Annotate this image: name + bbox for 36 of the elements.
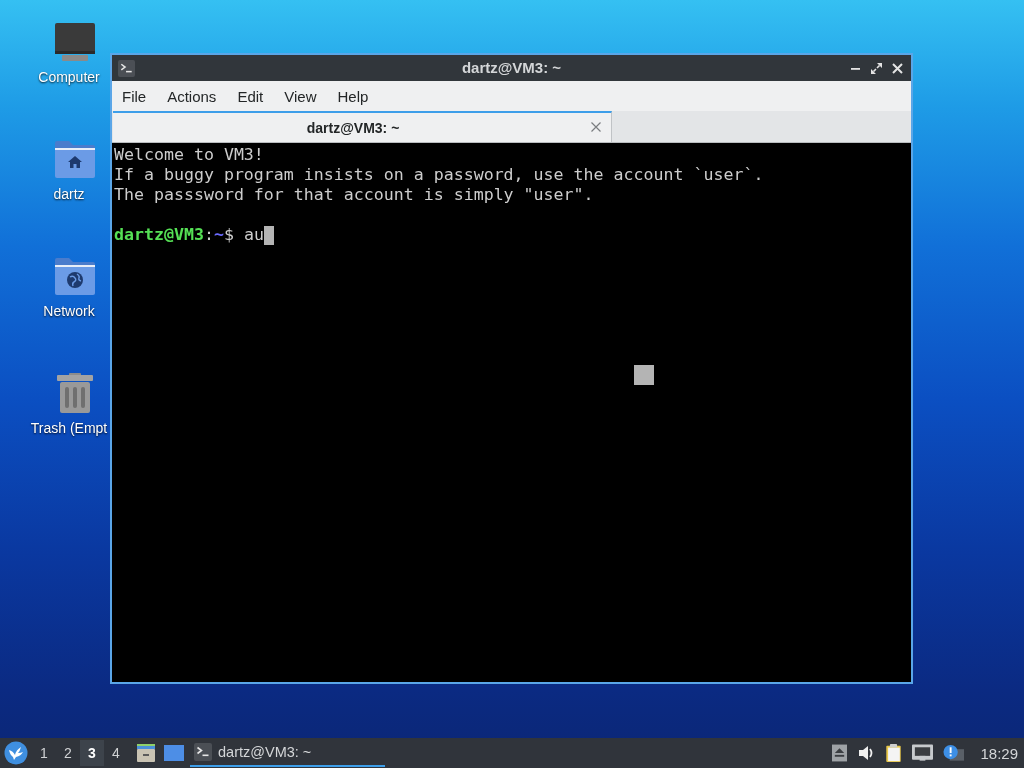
terminal-icon bbox=[194, 743, 212, 761]
menu-item[interactable]: Edit bbox=[231, 84, 270, 108]
menu-item[interactable]: Help bbox=[331, 84, 375, 108]
clock: 18:29 bbox=[980, 744, 1018, 762]
desktop-icon-label[interactable]: Network bbox=[43, 302, 95, 320]
terminal-line: If a buggy program insists on a password, use the account `user`. bbox=[114, 165, 764, 185]
show-desktop-icon[interactable] bbox=[164, 743, 184, 763]
workspace-button[interactable]: 4 bbox=[104, 740, 128, 766]
home-folder-icon[interactable] bbox=[53, 139, 97, 179]
text-cursor-icon bbox=[263, 225, 274, 245]
terminal-tab[interactable]: dartz@VM3: ~ bbox=[113, 111, 612, 142]
square-cursor-icon bbox=[634, 365, 654, 385]
menu-item[interactable]: File bbox=[116, 84, 153, 108]
taskbar-task[interactable]: dartz@VM3: ~ bbox=[190, 739, 385, 767]
notification-icon[interactable] bbox=[943, 744, 965, 762]
window-title: dartz@VM3: ~ bbox=[460, 58, 563, 78]
clipboard-icon[interactable] bbox=[885, 744, 903, 762]
prompt-line: dartz@VM3:~$ au bbox=[114, 225, 264, 245]
network-folder-icon[interactable] bbox=[53, 256, 97, 296]
eject-icon[interactable] bbox=[832, 744, 848, 762]
workspace-button[interactable]: 2 bbox=[56, 740, 80, 766]
drawer-icon[interactable] bbox=[136, 743, 156, 763]
menu-item[interactable]: Actions bbox=[161, 84, 223, 108]
desktop-icon-label[interactable]: dartz bbox=[53, 185, 85, 203]
app-menu-icon[interactable] bbox=[4, 741, 28, 765]
workspace-button[interactable]: 1 bbox=[32, 740, 56, 766]
workspace-button[interactable]: 3 bbox=[80, 740, 104, 766]
terminal-line: Welcome to VM3! bbox=[114, 145, 264, 165]
monitor-icon[interactable] bbox=[53, 22, 97, 62]
terminal-line: The passsword for that account is simply "user". bbox=[114, 185, 594, 205]
network-icon[interactable] bbox=[912, 744, 934, 762]
menu-item[interactable]: View bbox=[278, 84, 323, 108]
terminal-area[interactable]: Welcome to VM3! If a buggy program insists on a password, use the account `user`. The passsword for that account is simply "user". dartz@VM3:~$ au bbox=[112, 143, 911, 682]
desktop-icon-label[interactable]: Trash (Empt bbox=[30, 419, 108, 437]
maximize-icon[interactable] bbox=[871, 62, 882, 74]
terminal-icon bbox=[118, 59, 135, 77]
